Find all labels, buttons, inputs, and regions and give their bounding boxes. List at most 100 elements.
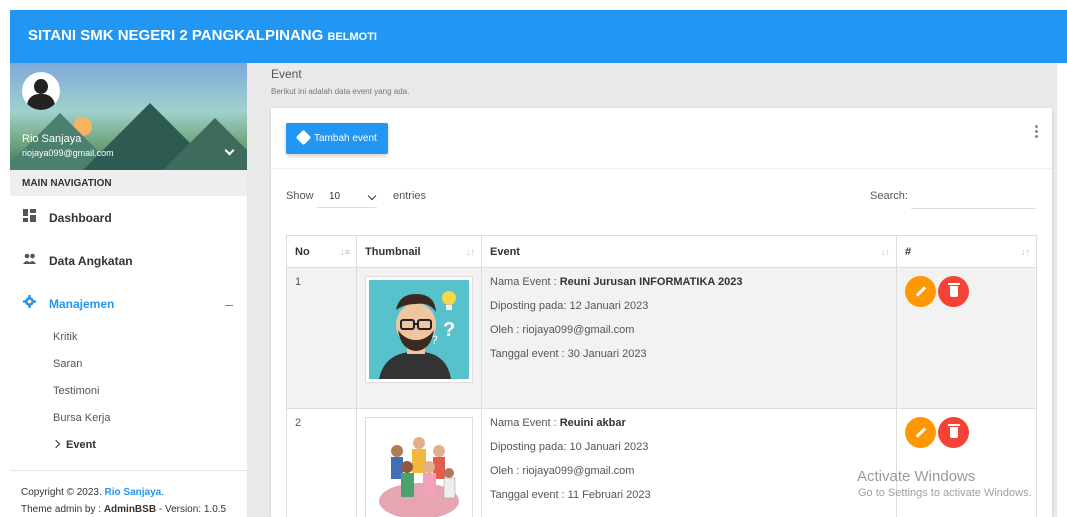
event-name-line: Nama Event : Reuini akbar <box>490 417 896 429</box>
header-label: # <box>905 245 912 258</box>
event-thumbnail[interactable]: ? ? <box>365 276 473 383</box>
collapse-icon[interactable]: – <box>225 296 233 312</box>
edit-button[interactable] <box>905 276 936 307</box>
sort-asc-icon: ↓≡ <box>340 247 350 257</box>
sidebar-subitem-saran[interactable]: Saran <box>10 352 247 379</box>
show-label: Show <box>286 190 314 202</box>
column-header-event[interactable]: Event ↓↑ <box>481 235 897 268</box>
event-name-label: Nama Event : <box>490 417 557 429</box>
search-label: Search: <box>870 190 908 202</box>
event-thumbnail[interactable] <box>365 417 473 517</box>
svg-text:?: ? <box>443 319 455 341</box>
crowd-image <box>369 421 469 517</box>
event-card: Tambah event Show 10 entries Search: No ↓… <box>271 108 1052 517</box>
nav-header: MAIN NAVIGATION <box>10 170 247 196</box>
event-name: Reuni Jurusan INFORMATIKA 2023 <box>559 276 743 288</box>
trash-icon <box>948 424 960 438</box>
page-subtitle: Berikut ini adalah data event yang ada. <box>271 87 410 96</box>
crowd-illustration <box>379 437 459 517</box>
actions-cell <box>896 408 1037 517</box>
user-name: Rio Sanjaya <box>22 133 82 145</box>
avatar-head <box>34 79 48 94</box>
thumbnail-cell: ? ? <box>356 267 482 409</box>
thinking-man-illustration: ? ? <box>379 291 456 379</box>
user-info-panel: Rio Sanjaya riojaya099@gmail.com <box>10 63 247 170</box>
sidebar-item-manajemen[interactable]: Manajemen – <box>10 282 247 325</box>
sidebar-item-dashboard[interactable]: Dashboard <box>10 196 247 239</box>
directions-icon <box>295 129 312 146</box>
sidebar-item-label: Data Angkatan <box>49 254 133 268</box>
sidebar-footer: Copyright © 2023. Rio Sanjaya. Theme adm… <box>10 470 247 517</box>
thumbnail-cell <box>356 408 482 517</box>
activation-watermark-hint: Go to Settings to activate Windows. <box>858 487 1032 499</box>
more-vert-icon[interactable] <box>1035 125 1038 140</box>
add-event-button[interactable]: Tambah event <box>286 123 388 154</box>
theme-prefix: Theme admin by : <box>21 504 102 515</box>
avatar[interactable] <box>22 72 60 110</box>
sidebar-subitem-kritik[interactable]: Kritik <box>10 325 247 352</box>
event-posted: Diposting pada: 12 Januari 2023 <box>490 300 649 312</box>
event-name-label: Nama Event : <box>490 276 557 288</box>
card-header: Tambah event <box>271 108 1052 169</box>
sidebar-item-label: Manajemen <box>49 297 115 311</box>
page-title: Event <box>271 67 302 81</box>
pencil-icon <box>915 427 927 438</box>
event-author: Oleh : riojaya099@gmail.com <box>490 324 635 336</box>
search-input[interactable] <box>911 187 1036 209</box>
event-details: Nama Event : Reuni Jurusan INFORMATIKA 2… <box>481 267 897 409</box>
dashboard-icon <box>23 209 36 222</box>
delete-button[interactable] <box>938 276 969 307</box>
author-link[interactable]: Rio Sanjaya <box>105 487 162 498</box>
theme-line: Theme admin by : AdminBSB - Version: 1.0… <box>21 501 247 517</box>
sidebar-item-label: Dashboard <box>49 211 112 225</box>
top-navbar: SITANI SMK NEGERI 2 PANGKALPINANG BELMOT… <box>10 10 1067 63</box>
chevron-down-icon <box>367 191 377 201</box>
add-event-label: Tambah event <box>314 133 377 144</box>
copyright-text: Copyright © 2023. <box>21 487 102 498</box>
sort-icon: ↓↑ <box>1021 247 1030 257</box>
version-text: - Version: 1.0.5 <box>158 504 227 515</box>
people-icon <box>23 253 36 264</box>
sort-icon: ↓↑ <box>466 247 475 257</box>
event-name: Reuini akbar <box>559 417 626 429</box>
table-row: 1 ? ? Nama Event: Reuni Jurusan INFORMA… <box>286 267 1037 409</box>
sidebar-subitem-bursa-kerja[interactable]: Bursa Kerja <box>10 406 247 433</box>
row-number: 1 <box>286 267 357 409</box>
sort-icon: ↓↑ <box>881 247 890 257</box>
sidebar-subitem-event[interactable]: Event <box>10 433 247 460</box>
entries-select[interactable]: 10 <box>317 188 377 208</box>
gear-icon <box>23 295 36 308</box>
event-date: Tanggal event : 30 Januari 2023 <box>490 348 647 360</box>
header-label: Event <box>490 245 520 258</box>
entries-value: 10 <box>329 191 341 202</box>
user-email: riojaya099@gmail.com <box>22 148 114 158</box>
app-title[interactable]: SITANI SMK NEGERI 2 PANGKALPINANG BELMOT… <box>28 27 377 44</box>
theme-name: AdminBSB <box>103 504 157 515</box>
activation-watermark-title: Activate Windows <box>857 468 976 485</box>
column-header-thumbnail[interactable]: Thumbnail ↓↑ <box>356 235 482 268</box>
thinking-man-image: ? ? <box>369 280 469 379</box>
header-label: Thumbnail <box>365 245 421 258</box>
header-label: No <box>295 245 310 258</box>
copyright-line: Copyright © 2023. Rio Sanjaya. <box>21 487 165 498</box>
sidebar-subitem-testimoni[interactable]: Testimoni <box>10 379 247 406</box>
avatar-torso <box>27 94 55 110</box>
event-name-line: Nama Event : Reuni Jurusan INFORMATIKA 2… <box>490 276 896 288</box>
table-header-row: No ↓≡ Thumbnail ↓↑ Event ↓↑ # ↓↑ <box>286 235 1037 268</box>
column-header-actions[interactable]: # ↓↑ <box>896 235 1037 268</box>
event-date: Tanggal event : 11 Februari 2023 <box>490 489 651 501</box>
row-number: 2 <box>286 408 357 517</box>
event-details: Nama Event : Reuini akbar Diposting pada… <box>481 408 897 517</box>
edit-button[interactable] <box>905 417 936 448</box>
entries-label: entries <box>393 190 427 202</box>
mountain-decoration <box>160 118 247 170</box>
column-header-no[interactable]: No ↓≡ <box>286 235 357 268</box>
actions-cell <box>896 267 1037 409</box>
sidebar: Rio Sanjaya riojaya099@gmail.com MAIN NA… <box>10 63 247 517</box>
delete-button[interactable] <box>938 417 969 448</box>
event-posted: Diposting pada: 10 Januari 2023 <box>490 441 649 453</box>
sidebar-item-data-angkatan[interactable]: Data Angkatan <box>10 239 247 282</box>
sidebar-subitem-label: Event <box>66 439 96 451</box>
event-author: Oleh : riojaya099@gmail.com <box>490 465 635 477</box>
trash-icon <box>948 283 960 297</box>
